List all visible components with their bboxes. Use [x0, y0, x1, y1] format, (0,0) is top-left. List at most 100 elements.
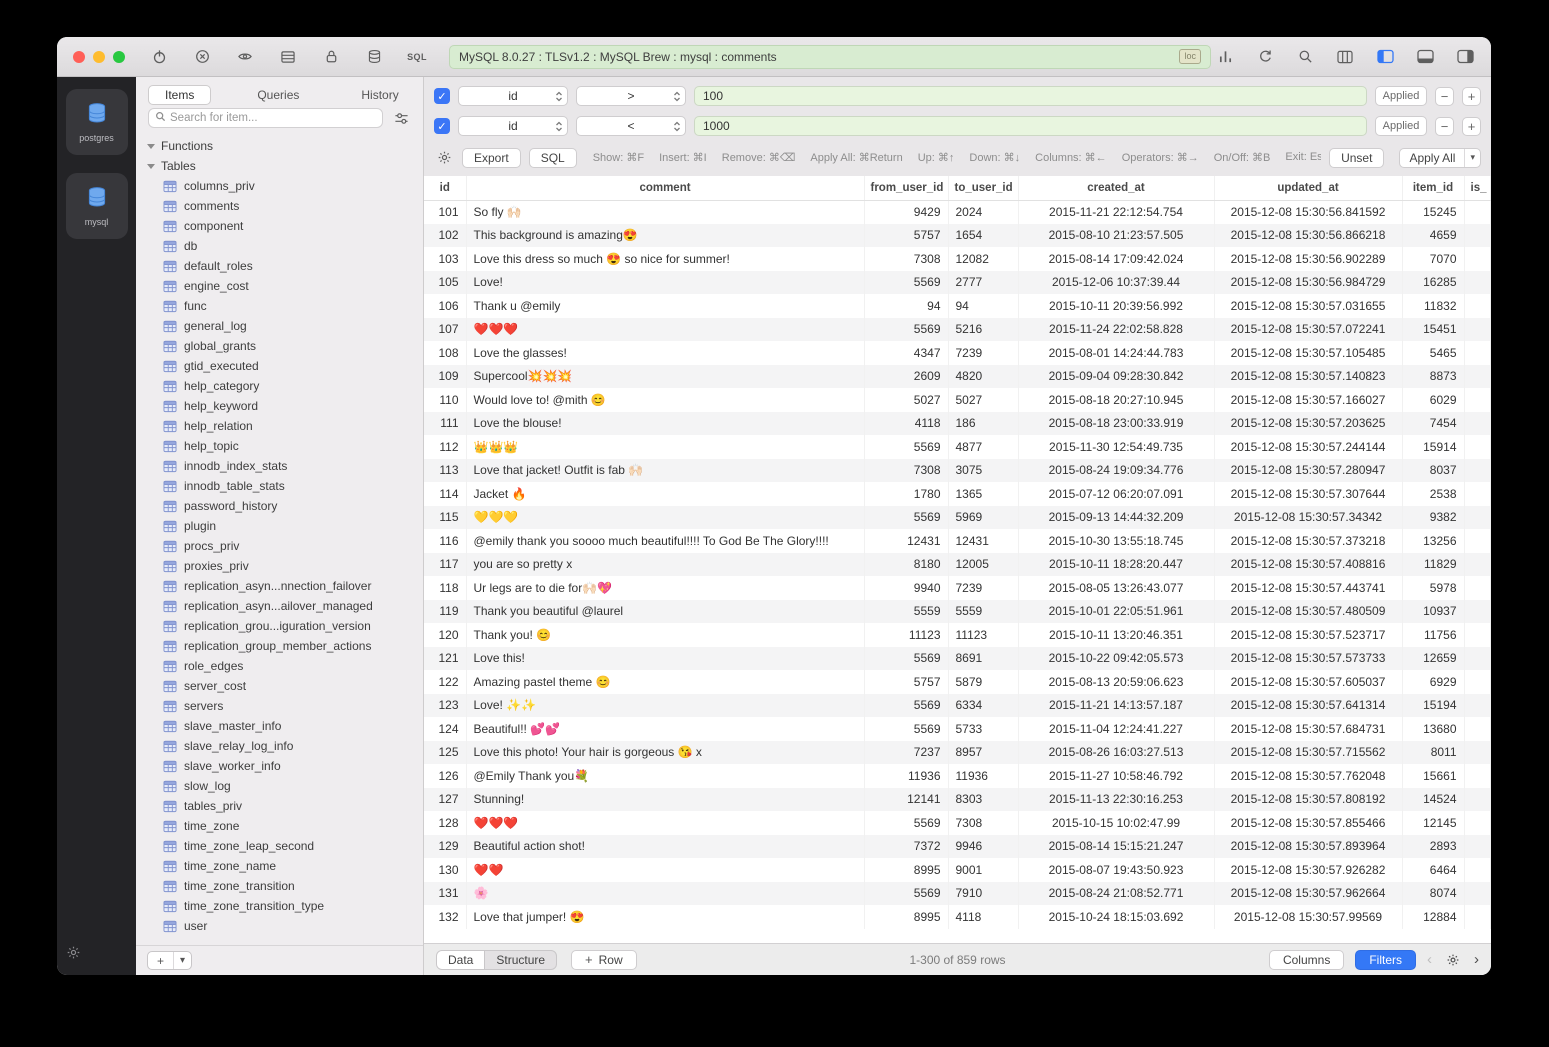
- cell[interactable]: 2015-10-15 10:02:47.99: [1018, 811, 1214, 835]
- add-row-button[interactable]: + Row: [571, 950, 637, 970]
- table-item-slave_worker_info[interactable]: slave_worker_info: [136, 756, 423, 776]
- table-item-db[interactable]: db: [136, 236, 423, 256]
- cell[interactable]: 2015-08-10 21:23:57.505: [1018, 224, 1214, 248]
- cell[interactable]: Would love to! @mith 😊: [466, 388, 864, 412]
- cell[interactable]: 108: [424, 341, 466, 365]
- table-item-time_zone_leap_second[interactable]: time_zone_leap_second: [136, 836, 423, 856]
- cell[interactable]: 2015-11-27 10:58:46.792: [1018, 764, 1214, 788]
- table-item-comments[interactable]: comments: [136, 196, 423, 216]
- cell[interactable]: 110: [424, 388, 466, 412]
- cell[interactable]: 8074: [1402, 882, 1464, 906]
- cell[interactable]: 2015-12-08 15:30:57.641314: [1214, 694, 1402, 718]
- cell[interactable]: 5569: [864, 647, 948, 671]
- disconnect-icon[interactable]: [192, 47, 212, 67]
- cell[interactable]: 5969: [948, 506, 1018, 530]
- cell[interactable]: Love!: [466, 271, 864, 295]
- cell[interactable]: 105: [424, 271, 466, 295]
- cell[interactable]: 121: [424, 647, 466, 671]
- filter-enabled-checkbox[interactable]: ✓: [434, 88, 450, 104]
- cell[interactable]: 2015-08-26 16:03:27.513: [1018, 741, 1214, 765]
- cell[interactable]: [1464, 506, 1491, 530]
- column-header-to_user_id[interactable]: to_user_id: [948, 176, 1018, 200]
- cell[interactable]: 5569: [864, 694, 948, 718]
- table-item-slave_master_info[interactable]: slave_master_info: [136, 716, 423, 736]
- cell[interactable]: 186: [948, 412, 1018, 436]
- cell[interactable]: 7372: [864, 835, 948, 859]
- cell[interactable]: 8011: [1402, 741, 1464, 765]
- cell[interactable]: Love this photo! Your hair is gorgeous 😘…: [466, 741, 864, 765]
- cell[interactable]: 2015-12-08 15:30:57.105485: [1214, 341, 1402, 365]
- cell[interactable]: 2015-12-08 15:30:57.443741: [1214, 576, 1402, 600]
- close-window-button[interactable]: [73, 51, 85, 63]
- cell[interactable]: 2015-12-08 15:30:57.99569: [1214, 905, 1402, 929]
- table-item-gtid_executed[interactable]: gtid_executed: [136, 356, 423, 376]
- view-columns-icon[interactable]: [1335, 47, 1355, 67]
- cell[interactable]: 94: [948, 294, 1018, 318]
- table-item-server_cost[interactable]: server_cost: [136, 676, 423, 696]
- cell[interactable]: 2015-08-05 13:26:43.077: [1018, 576, 1214, 600]
- add-filter-button[interactable]: +: [1462, 87, 1481, 106]
- cell[interactable]: 2015-09-13 14:44:32.209: [1018, 506, 1214, 530]
- cell[interactable]: 2015-12-08 15:30:57.962664: [1214, 882, 1402, 906]
- table-item-slow_log[interactable]: slow_log: [136, 776, 423, 796]
- cell[interactable]: 2015-12-08 15:30:57.762048: [1214, 764, 1402, 788]
- export-button[interactable]: Export: [462, 148, 521, 168]
- cell[interactable]: 5733: [948, 717, 1018, 741]
- column-header-from_user_id[interactable]: from_user_id: [864, 176, 948, 200]
- cell[interactable]: 💛💛💛: [466, 506, 864, 530]
- cell[interactable]: [1464, 741, 1491, 765]
- cell[interactable]: 5569: [864, 271, 948, 295]
- cell[interactable]: 15661: [1402, 764, 1464, 788]
- cell[interactable]: 15245: [1402, 200, 1464, 224]
- table-item-engine_cost[interactable]: engine_cost: [136, 276, 423, 296]
- cell[interactable]: [1464, 224, 1491, 248]
- cell[interactable]: 111: [424, 412, 466, 436]
- cell[interactable]: 131: [424, 882, 466, 906]
- cell[interactable]: 13256: [1402, 529, 1464, 553]
- cell[interactable]: 2015-07-12 06:20:07.091: [1018, 482, 1214, 506]
- cell[interactable]: 2015-08-01 14:24:44.783: [1018, 341, 1214, 365]
- cell[interactable]: 2015-08-24 19:09:34.776: [1018, 459, 1214, 483]
- cell[interactable]: 2015-10-22 09:42:05.573: [1018, 647, 1214, 671]
- table-item-time_zone[interactable]: time_zone: [136, 816, 423, 836]
- cell[interactable]: 12659: [1402, 647, 1464, 671]
- cell[interactable]: 2015-12-08 15:30:57.408816: [1214, 553, 1402, 577]
- cell[interactable]: 7454: [1402, 412, 1464, 436]
- cell[interactable]: 5569: [864, 506, 948, 530]
- cell[interactable]: 2015-10-24 18:15:03.692: [1018, 905, 1214, 929]
- cell[interactable]: [1464, 200, 1491, 224]
- cell[interactable]: 11123: [948, 623, 1018, 647]
- cell[interactable]: [1464, 553, 1491, 577]
- cell[interactable]: 4118: [864, 412, 948, 436]
- cell[interactable]: 2015-12-08 15:30:57.480509: [1214, 600, 1402, 624]
- cell[interactable]: 6464: [1402, 858, 1464, 882]
- cell[interactable]: [1464, 529, 1491, 553]
- cell[interactable]: Thank you! 😊: [466, 623, 864, 647]
- cell[interactable]: 2015-12-08 15:30:57.855466: [1214, 811, 1402, 835]
- cell[interactable]: 128: [424, 811, 466, 835]
- cell[interactable]: 15194: [1402, 694, 1464, 718]
- cell[interactable]: 2015-12-08 15:30:57.244144: [1214, 435, 1402, 459]
- cell[interactable]: [1464, 694, 1491, 718]
- cell[interactable]: 12082: [948, 247, 1018, 271]
- table-item-time_zone_transition_type[interactable]: time_zone_transition_type: [136, 896, 423, 916]
- cell[interactable]: 2015-12-08 15:30:56.902289: [1214, 247, 1402, 271]
- cell[interactable]: 132: [424, 905, 466, 929]
- cell[interactable]: 15914: [1402, 435, 1464, 459]
- cell[interactable]: Love that jumper! 😍: [466, 905, 864, 929]
- cell[interactable]: 8873: [1402, 365, 1464, 389]
- data-view-button[interactable]: Data: [437, 951, 485, 969]
- sql-editor-icon[interactable]: SQL: [407, 47, 427, 67]
- cell[interactable]: 2015-10-11 13:20:46.351: [1018, 623, 1214, 647]
- tables-section[interactable]: Tables: [136, 156, 423, 176]
- cell[interactable]: 9940: [864, 576, 948, 600]
- cell[interactable]: 102: [424, 224, 466, 248]
- table-item-columns_priv[interactable]: columns_priv: [136, 176, 423, 196]
- cell[interactable]: 107: [424, 318, 466, 342]
- cell[interactable]: [1464, 670, 1491, 694]
- cell[interactable]: 2015-12-08 15:30:56.841592: [1214, 200, 1402, 224]
- cell[interactable]: 5569: [864, 717, 948, 741]
- cell[interactable]: This background is amazing😍: [466, 224, 864, 248]
- cell[interactable]: 7070: [1402, 247, 1464, 271]
- column-header-id[interactable]: id: [424, 176, 466, 200]
